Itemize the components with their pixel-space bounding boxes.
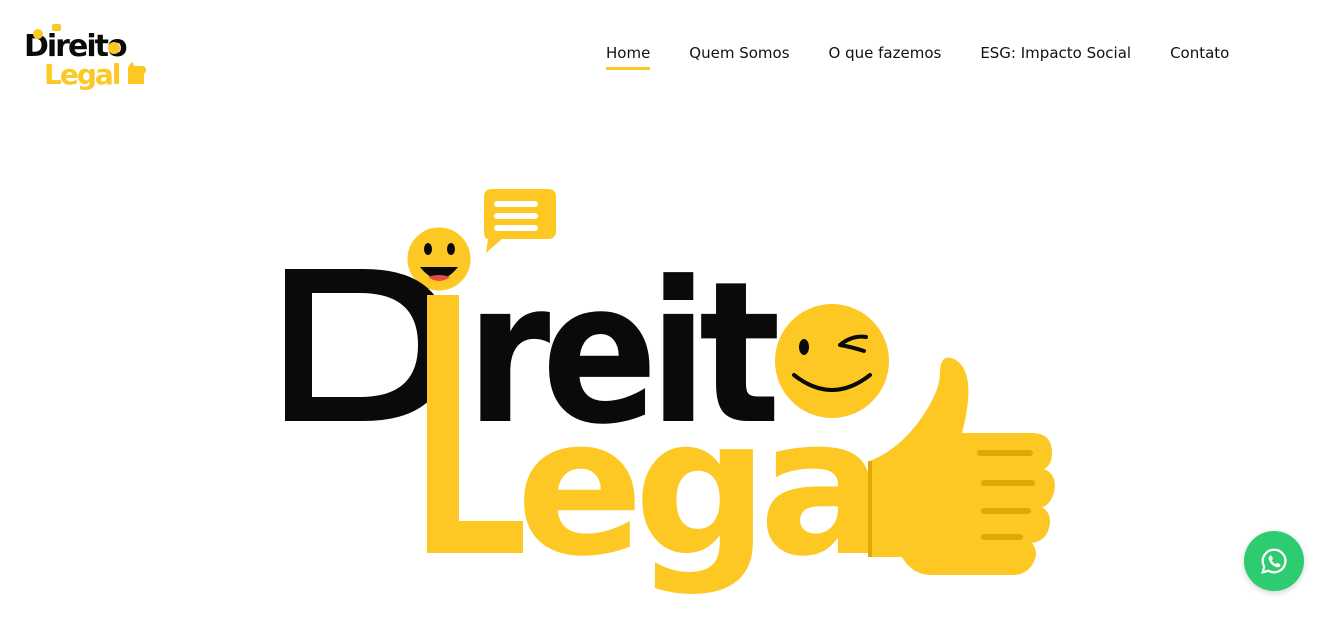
main-nav: Home Quem Somos O que fazemos ESG: Impac… xyxy=(606,44,1229,70)
logo-image: Direito Legal xyxy=(24,24,146,91)
nav-quem-somos[interactable]: Quem Somos xyxy=(689,44,789,70)
nav-contato[interactable]: Contato xyxy=(1170,44,1229,70)
svg-text:ega: ega xyxy=(516,377,876,598)
site-header: Direito Legal Home Quem Somos O que faze… xyxy=(0,0,1336,110)
hero-logo-image: reit ega xyxy=(285,189,1055,598)
nav-home[interactable]: Home xyxy=(606,44,651,70)
thumbs-up-icon xyxy=(868,357,1055,575)
whatsapp-button[interactable] xyxy=(1244,531,1304,591)
svg-text:Legal: Legal xyxy=(44,58,120,91)
nav-o-que-fazemos[interactable]: O que fazemos xyxy=(829,44,942,70)
whatsapp-icon xyxy=(1261,548,1287,574)
hero-logo: reit ega xyxy=(280,185,1070,610)
site-logo[interactable]: Direito Legal xyxy=(22,22,152,92)
nav-esg-impacto-social[interactable]: ESG: Impacto Social xyxy=(980,44,1131,70)
